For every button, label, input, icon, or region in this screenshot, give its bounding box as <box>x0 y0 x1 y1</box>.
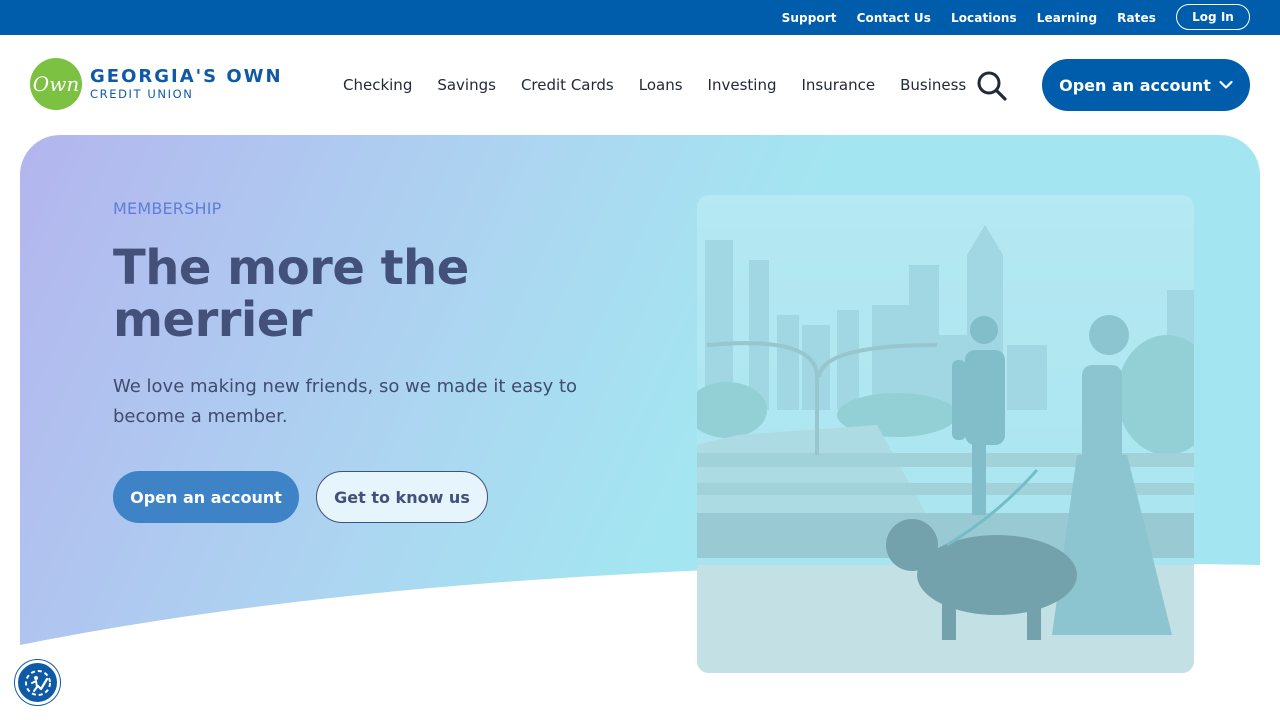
open-account-nav-button[interactable]: Open an account <box>1042 59 1250 111</box>
search-button[interactable] <box>976 70 1008 102</box>
open-account-nav-label: Open an account <box>1059 75 1211 95</box>
nav-item-investing[interactable]: Investing <box>708 76 777 94</box>
login-button[interactable]: Log In <box>1176 4 1250 30</box>
utility-link-support[interactable]: Support <box>782 11 837 25</box>
nav-item-business[interactable]: Business <box>900 76 966 94</box>
logo-wordmark: GEORGIA'S OWN CREDIT UNION <box>90 66 283 102</box>
nav-item-insurance[interactable]: Insurance <box>801 76 875 94</box>
hero-eyebrow: MEMBERSHIP <box>113 199 222 218</box>
logo[interactable]: Own GEORGIA'S OWN CREDIT UNION <box>30 58 283 110</box>
hero-photo <box>697 195 1194 673</box>
city-skyline-photo <box>697 195 1194 673</box>
utility-bar: Support Contact Us Locations Learning Ra… <box>0 0 1280 35</box>
hero-subtitle: We love making new friends, so we made i… <box>113 376 578 427</box>
utility-link-learning[interactable]: Learning <box>1037 11 1097 25</box>
hero-title: The more the merrier <box>113 240 469 348</box>
logo-line2: CREDIT UNION <box>90 87 194 101</box>
utility-nav: Support Contact Us Locations Learning Ra… <box>782 0 1156 35</box>
nav-item-credit-cards[interactable]: Credit Cards <box>521 76 614 94</box>
utility-link-contact-us[interactable]: Contact Us <box>857 11 931 25</box>
main-nav: Checking Savings Credit Cards Loans Inve… <box>343 74 966 96</box>
utility-link-rates[interactable]: Rates <box>1117 11 1156 25</box>
get-to-know-us-button[interactable]: Get to know us <box>316 471 488 523</box>
logo-badge: Own <box>30 58 82 110</box>
open-account-button[interactable]: Open an account <box>113 471 299 523</box>
utility-link-locations[interactable]: Locations <box>951 11 1017 25</box>
logo-line1: GEORGIA'S OWN <box>90 66 283 87</box>
nav-item-checking[interactable]: Checking <box>343 76 412 94</box>
nav-item-loans[interactable]: Loans <box>639 76 683 94</box>
chevron-down-icon <box>1219 80 1233 89</box>
accessibility-button[interactable] <box>15 660 60 705</box>
nav-item-savings[interactable]: Savings <box>437 76 496 94</box>
search-icon <box>977 71 1007 101</box>
accessibility-icon <box>24 669 51 696</box>
